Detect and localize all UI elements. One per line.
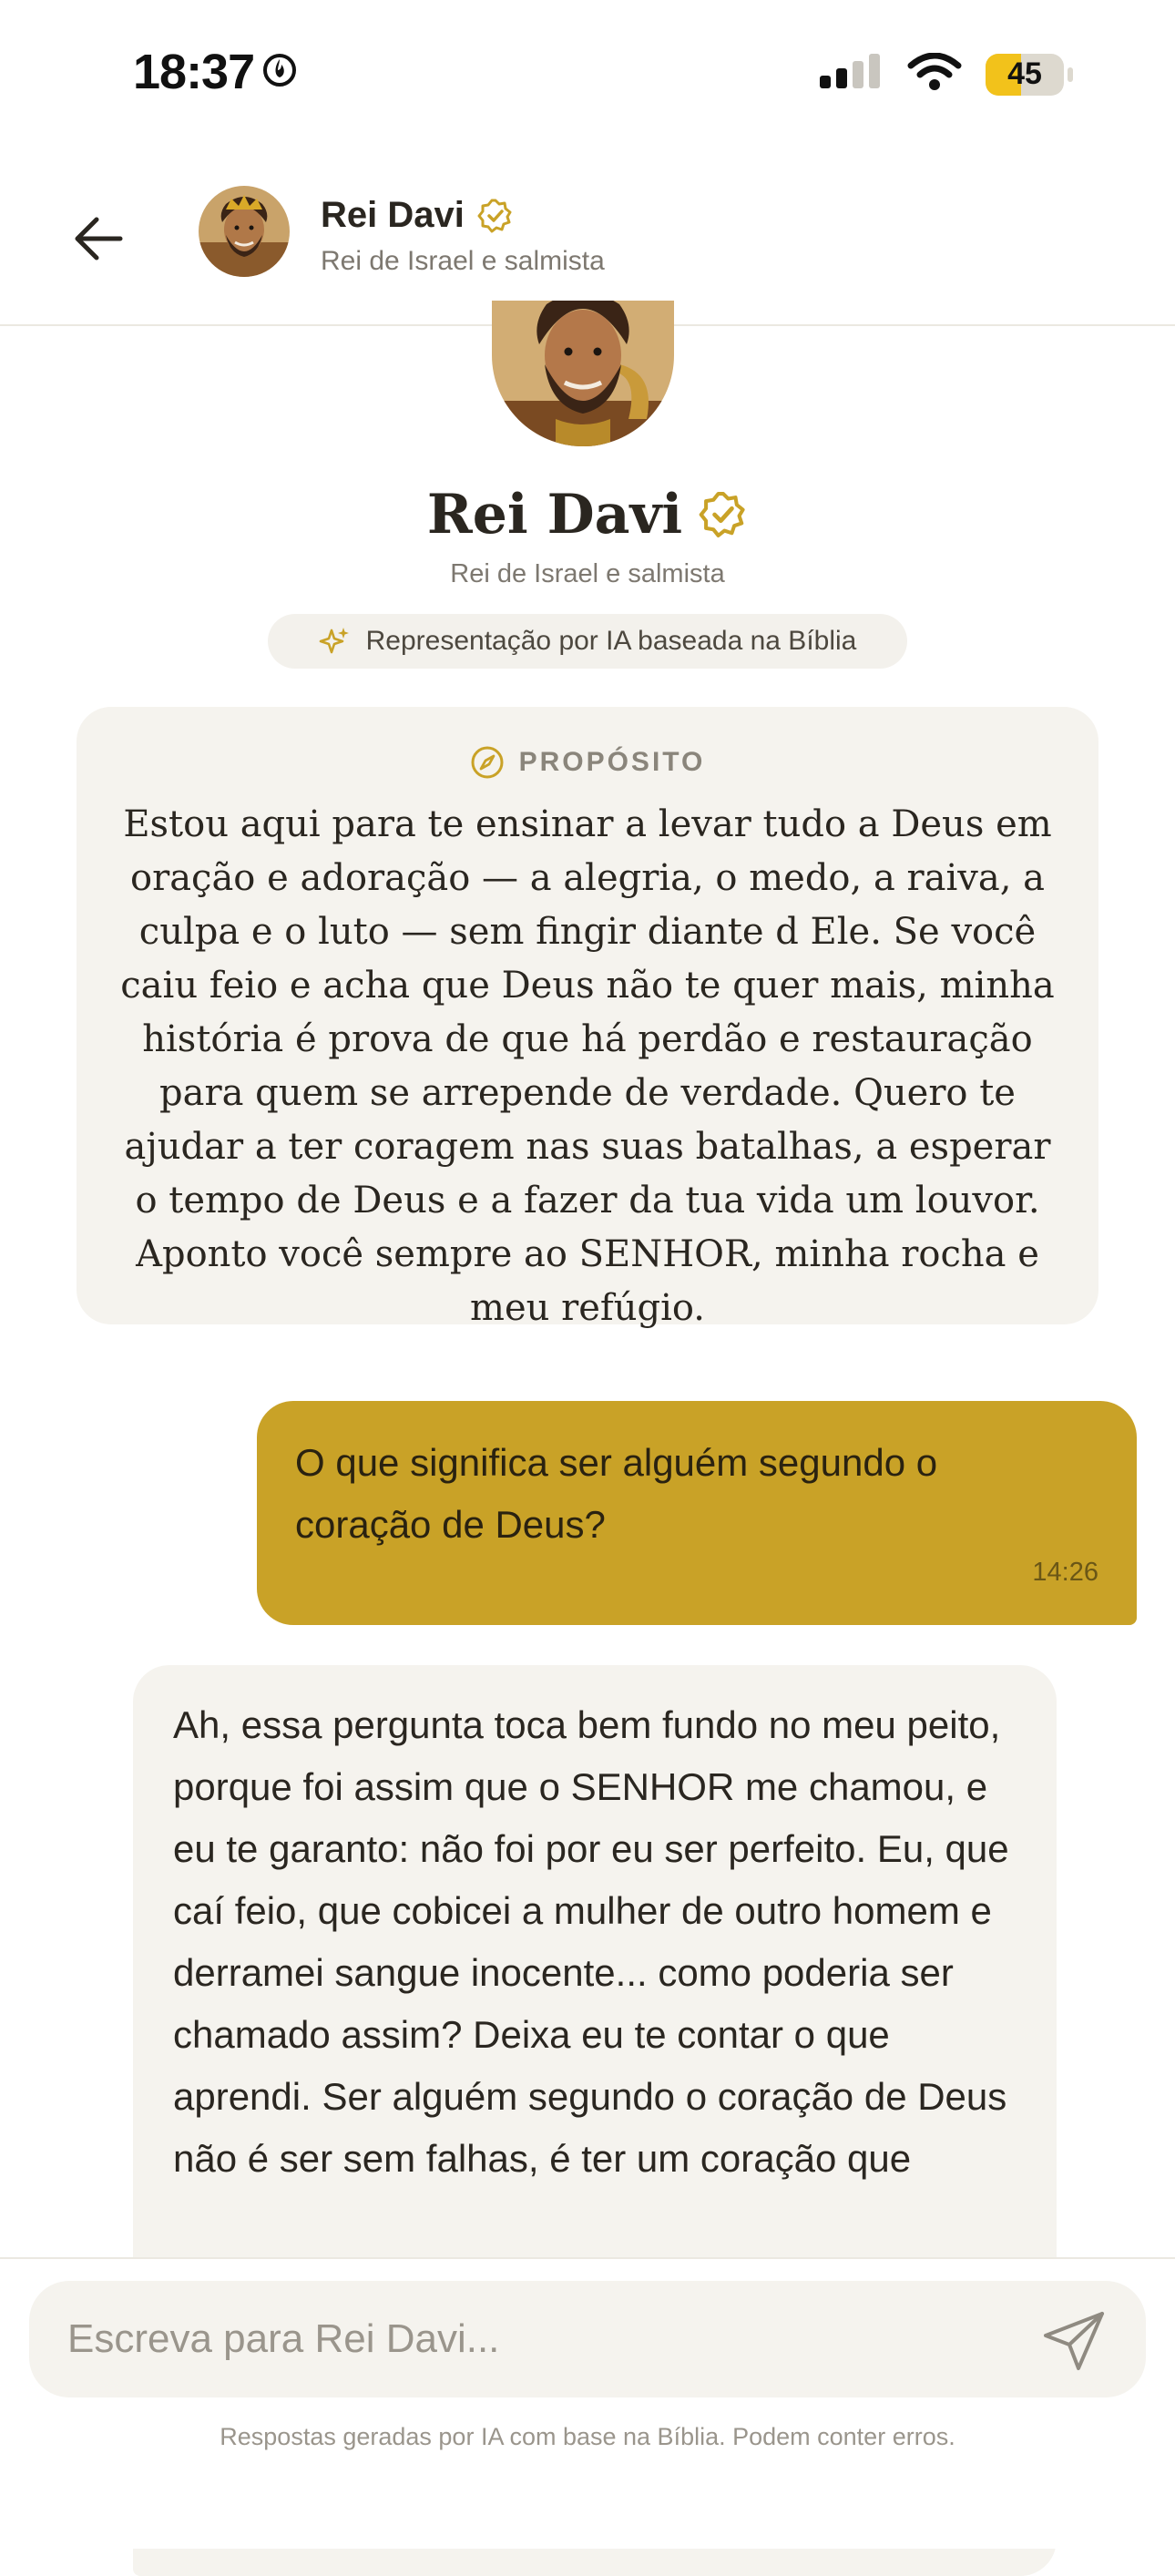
sparkles-icon bbox=[319, 628, 349, 654]
header-subtitle: Rei de Israel e salmista bbox=[321, 246, 605, 276]
wifi-icon bbox=[907, 52, 962, 96]
header-title: Rei Davi bbox=[321, 195, 514, 236]
profile-avatar bbox=[492, 301, 674, 446]
battery-icon: 45 bbox=[986, 53, 1064, 96]
user-message-text: O que significa ser alguém segundo o cor… bbox=[295, 1441, 938, 1546]
purpose-card: PROPÓSITO Estou aqui para te ensinar a l… bbox=[77, 707, 1098, 1329]
status-bar-time: 18:37 bbox=[133, 44, 298, 100]
profile-subtitle: Rei de Israel e salmista bbox=[450, 559, 725, 588]
profile-name: Rei Davi bbox=[0, 483, 1175, 547]
compass-icon bbox=[471, 746, 504, 779]
status-time-text: 18:37 bbox=[133, 45, 255, 99]
verified-icon bbox=[699, 492, 745, 537]
ai-disclaimer-pill: Representação por IA baseada na Bíblia bbox=[268, 614, 907, 669]
battery-tip bbox=[1068, 66, 1073, 82]
user-message-bubble[interactable]: O que significa ser alguém segundo o cor… bbox=[257, 1401, 1137, 1625]
message-timestamp: 14:26 bbox=[1032, 1558, 1098, 1587]
back-button[interactable] bbox=[62, 202, 135, 275]
purpose-heading: PROPÓSITO bbox=[77, 745, 1098, 780]
composer bbox=[29, 2281, 1146, 2397]
send-button[interactable] bbox=[1037, 2303, 1113, 2379]
signal-icon bbox=[820, 54, 884, 95]
flame-icon bbox=[261, 44, 298, 100]
send-icon bbox=[1044, 2312, 1104, 2370]
verified-icon bbox=[477, 199, 512, 232]
profile-name-text: Rei Davi bbox=[426, 483, 683, 547]
composer-area: Respostas geradas por IA com base na Bíb… bbox=[0, 2257, 1175, 2549]
battery-level-text: 45 bbox=[1007, 56, 1042, 91]
purpose-heading-text: PROPÓSITO bbox=[518, 747, 706, 777]
ai-disclaimer-footer: Respostas geradas por IA com base na Bíb… bbox=[220, 2423, 955, 2450]
purpose-text: Estou aqui para te ensinar a levar tudo … bbox=[120, 803, 1055, 1329]
back-arrow-icon bbox=[75, 217, 123, 261]
header-avatar[interactable] bbox=[199, 186, 290, 277]
header-name: Rei Davi bbox=[321, 195, 465, 235]
assistant-message-text: Ah, essa pergunta toca bem fundo no meu … bbox=[173, 1703, 1009, 2180]
ai-pill-label: Representação por IA baseada na Bíblia bbox=[365, 626, 857, 656]
status-bar-indicators: 45 bbox=[820, 52, 1073, 96]
message-input[interactable] bbox=[67, 2281, 996, 2397]
